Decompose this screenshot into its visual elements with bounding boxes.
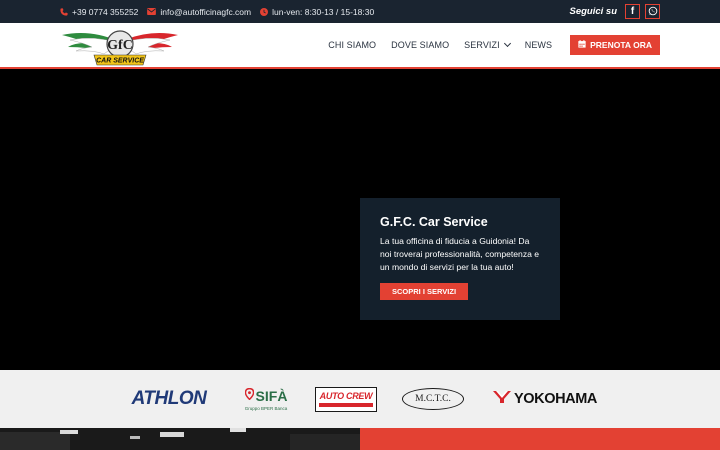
hero-section: G.F.C. Car Service La tua officina di fi…: [0, 69, 720, 370]
partner-brands: ATHLON SIFÀ Gruppo BPER Banca AUTO CREW …: [0, 370, 720, 428]
gfc-logo[interactable]: GfC CAR SERVICE: [60, 27, 180, 67]
athlon-text: ATHLON: [131, 388, 207, 409]
athlon-logo: ATHLON: [126, 370, 212, 428]
hero-title: G.F.C. Car Service: [380, 215, 488, 229]
phone-icon: [60, 7, 68, 16]
hero-card: G.F.C. Car Service La tua officina di fi…: [360, 198, 560, 320]
contact-info: +39 0774 355252 info@autofficinagfc.com …: [60, 0, 374, 23]
prenota-ora-label: PRENOTA ORA: [590, 40, 652, 50]
nav-news[interactable]: NEWS: [525, 40, 552, 50]
mctc-text: M.C.T.C.: [415, 394, 451, 404]
opening-hours: lun-ven: 8:30-13 / 15-18:30: [260, 7, 374, 17]
chevron-down-icon: [503, 39, 511, 48]
hours-text: lun-ven: 8:30-13 / 15-18:30: [272, 6, 375, 17]
envelope-icon: [147, 8, 157, 15]
sifa-text: SIFÀ: [255, 388, 288, 404]
whatsapp-button[interactable]: [645, 4, 660, 19]
facebook-button[interactable]: f: [625, 4, 640, 19]
site-header: GfC CAR SERVICE CHI SIAMO DOVE SIAMO SER…: [0, 23, 720, 69]
social-label: Seguici su: [569, 6, 617, 17]
email-link[interactable]: info@autofficinagfc.com: [147, 7, 251, 17]
top-bar: +39 0774 355252 info@autofficinagfc.com …: [0, 0, 720, 23]
sifa-logo: SIFÀ Gruppo BPER Banca: [240, 370, 292, 428]
facebook-icon: f: [630, 6, 635, 17]
autocrew-text: AUTO CREW: [319, 391, 373, 401]
calendar-icon: [578, 40, 586, 50]
prenota-ora-button[interactable]: PRENOTA ORA: [570, 35, 660, 55]
workshop-photo: [0, 428, 360, 450]
svg-text:GfC: GfC: [107, 38, 133, 53]
hero-text: La tua officina di fiducia a Guidonia! D…: [380, 236, 540, 272]
accent-panel: [360, 428, 720, 450]
nav-servizi-label: SERVIZI: [464, 40, 500, 50]
map-pin-icon: [244, 387, 254, 405]
yokohama-logo: YOKOHAMA: [490, 370, 600, 428]
main-nav: CHI SIAMO DOVE SIAMO SERVIZI NEWS PRENOT…: [328, 23, 660, 67]
clock-icon: [260, 7, 269, 16]
nav-dove-siamo[interactable]: DOVE SIAMO: [391, 40, 449, 50]
autocrew-logo: AUTO CREW: [315, 370, 377, 428]
svg-text:CAR SERVICE: CAR SERVICE: [96, 58, 144, 65]
nav-servizi[interactable]: SERVIZI: [464, 39, 511, 50]
scopri-servizi-button[interactable]: SCOPRI I SERVIZI: [380, 283, 469, 300]
nav-chi-siamo[interactable]: CHI SIAMO: [328, 40, 376, 50]
yokohama-text: YOKOHAMA: [514, 391, 597, 407]
whatsapp-icon: [648, 6, 658, 18]
yokohama-mark-icon: [493, 391, 511, 407]
mctc-logo: M.C.T.C.: [402, 370, 464, 428]
phone-number: +39 0774 355252: [72, 6, 139, 17]
sifa-subtitle: Gruppo BPER Banca: [244, 406, 288, 411]
autocrew-bar: [319, 403, 373, 407]
phone-link[interactable]: +39 0774 355252: [60, 7, 138, 17]
social-links: Seguici su f: [569, 0, 660, 23]
email-address: info@autofficinagfc.com: [160, 6, 252, 17]
